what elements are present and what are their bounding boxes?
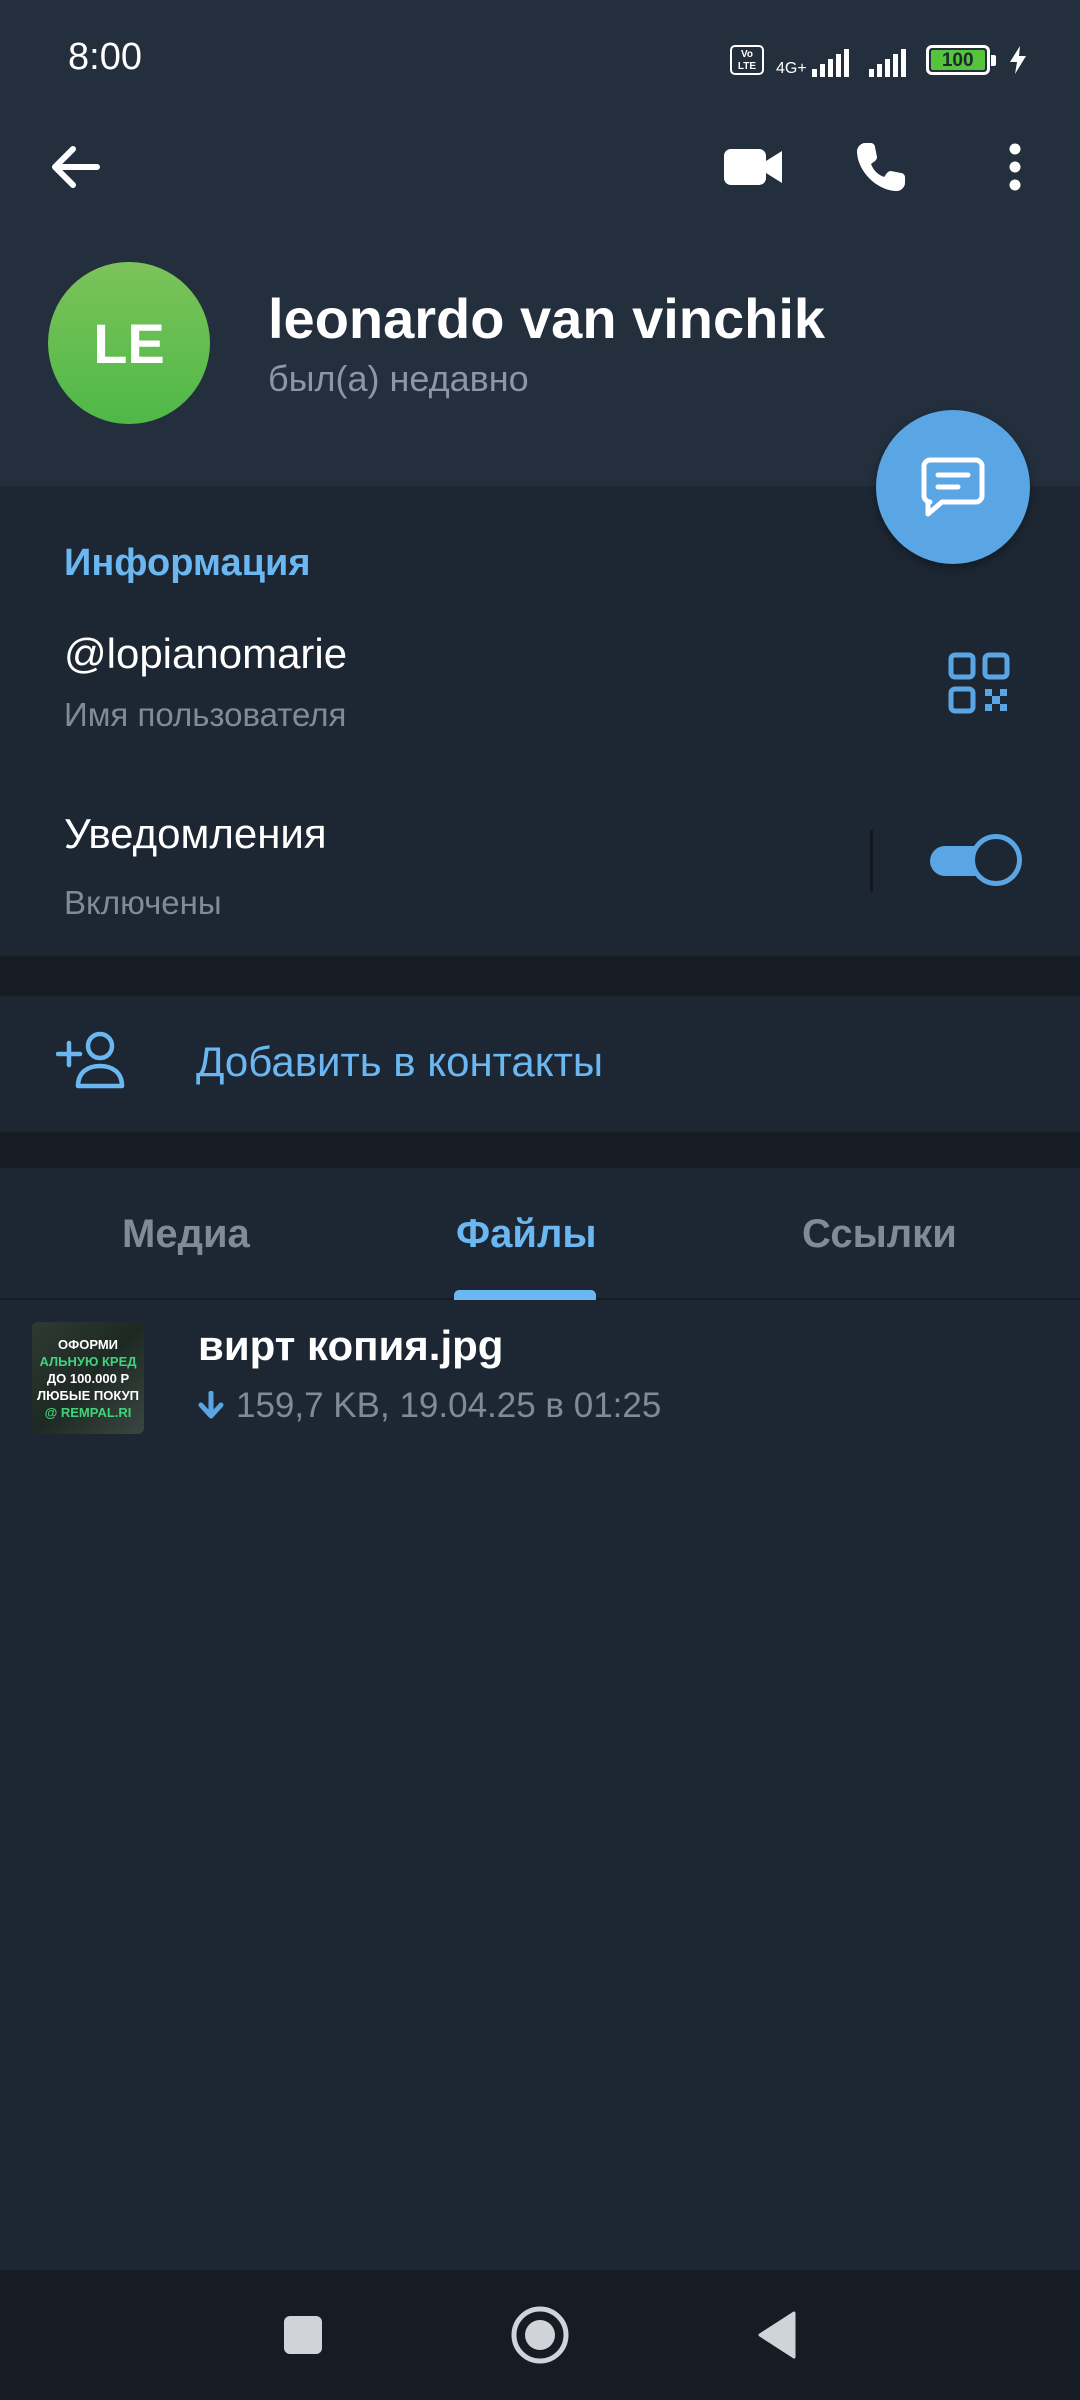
file-meta-text: 159,7 KB, 19.04.25 в 01:25 [236, 1386, 662, 1425]
thumb-text: ОФОРМИ [58, 1336, 118, 1352]
add-user-icon [56, 1031, 125, 1089]
download-arrow-icon[interactable] [198, 1391, 224, 1421]
thumb-text: @ REMPAL.RI [44, 1404, 132, 1420]
triangle-back-icon [758, 2311, 796, 2359]
network-type: 4G+ [776, 60, 807, 77]
message-fab-button[interactable] [876, 410, 1030, 564]
square-icon [284, 2316, 322, 2354]
more-vertical-icon [1009, 143, 1021, 191]
notifications-status: Включены [64, 884, 222, 921]
thumb-text: АЛЬНУЮ КРЕД [39, 1353, 137, 1369]
back-nav-button[interactable] [742, 2300, 812, 2370]
info-section-title: Информация [64, 542, 311, 584]
tab-files[interactable]: Файлы [456, 1212, 597, 1257]
section-divider [0, 1132, 1080, 1168]
video-call-button[interactable] [708, 122, 798, 212]
section-divider [0, 956, 1080, 996]
arrow-left-icon [52, 146, 100, 188]
chat-bubble-icon [921, 457, 985, 517]
more-menu-button[interactable] [970, 122, 1060, 212]
recents-button[interactable] [268, 2300, 338, 2370]
tab-media[interactable]: Медиа [122, 1212, 250, 1257]
signal-icon-2 [868, 43, 906, 77]
username-value[interactable]: @lopianomarie [64, 630, 347, 678]
thumb-text: ЛЮБЫЕ ПОКУП [36, 1387, 140, 1403]
volte-icon: Vo LTE [730, 45, 764, 75]
notifications-label[interactable]: Уведомления [64, 810, 327, 858]
back-button[interactable] [30, 122, 120, 212]
profile-name: leonardo van vinchik [268, 287, 826, 350]
qr-code-icon[interactable] [948, 652, 1010, 714]
thumb-text: ДО 100.000 Р [46, 1370, 130, 1386]
status-time: 8:00 [68, 36, 142, 78]
phone-icon [857, 143, 905, 191]
last-seen-status: был(а) недавно [268, 358, 529, 399]
call-button[interactable] [836, 122, 926, 212]
username-label: Имя пользователя [64, 696, 347, 733]
circle-icon [511, 2306, 569, 2364]
file-thumbnail[interactable]: ОФОРМИ АЛЬНУЮ КРЕД ДО 100.000 Р ЛЮБЫЕ ПО… [32, 1322, 144, 1434]
battery-level: 100 [930, 50, 985, 71]
notifications-toggle[interactable] [926, 832, 1024, 888]
file-meta: 159,7 KB, 19.04.25 в 01:25 [198, 1386, 661, 1426]
add-contact-label[interactable]: Добавить в контакты [196, 1038, 603, 1086]
video-camera-icon [724, 149, 782, 185]
divider [870, 830, 873, 892]
active-tab-indicator [454, 1290, 596, 1300]
tab-links[interactable]: Ссылки [802, 1212, 957, 1257]
home-button[interactable] [505, 2300, 575, 2370]
charging-icon [1009, 46, 1026, 74]
file-name[interactable]: вирт копия.jpg [198, 1322, 503, 1370]
status-icons: Vo LTE 4G+ 100 [730, 40, 1028, 80]
signal-icon: 4G+ [776, 43, 849, 77]
battery-icon: 100 [925, 45, 996, 75]
avatar[interactable]: LE [48, 262, 210, 424]
